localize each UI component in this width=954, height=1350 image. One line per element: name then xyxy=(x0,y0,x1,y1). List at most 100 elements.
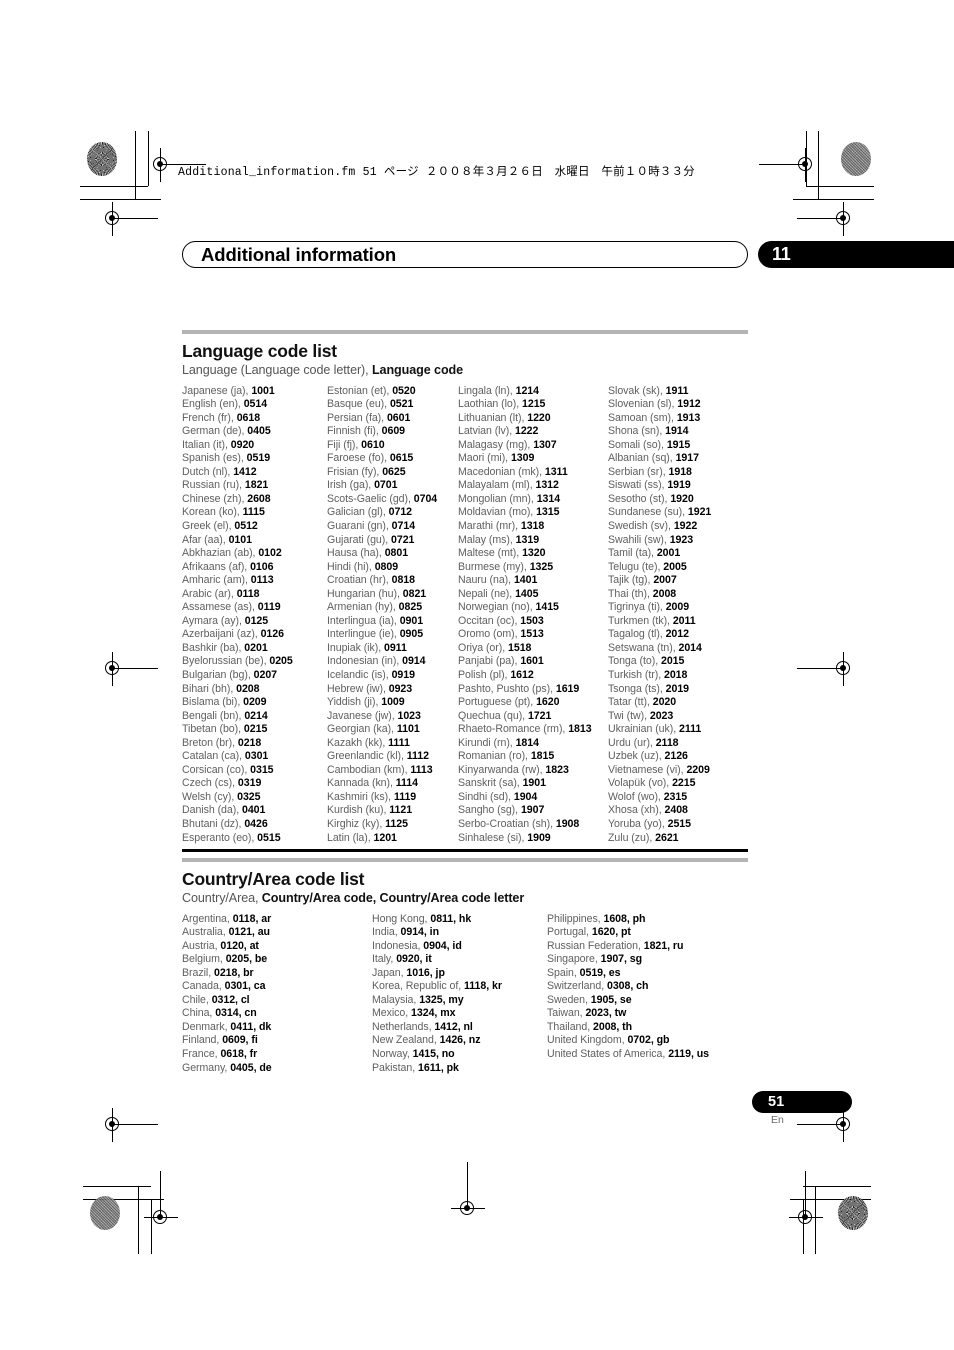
code-entry-name: Russian Federation, xyxy=(547,939,644,952)
code-entry-value: 1314 xyxy=(536,492,561,505)
code-entry-value: 0125 xyxy=(244,614,269,627)
code-entry: Malayalam (ml), 1312 xyxy=(458,479,608,493)
code-entry: Icelandic (is), 0919 xyxy=(327,669,458,683)
code-entry-name: Denmark, xyxy=(182,1020,231,1033)
code-entry-name: Danish (da), xyxy=(182,804,242,817)
code-entry: French (fr), 0618 xyxy=(182,412,327,426)
code-entry-name: Guarani (gn), xyxy=(327,519,392,532)
code-entry: Thailand, 2008, th xyxy=(547,1021,748,1035)
code-entry-name: Fiji (fj), xyxy=(327,438,362,451)
code-entry: Portugal, 1620, pt xyxy=(547,926,748,940)
code-entry-name: Lingala (ln), xyxy=(458,384,516,397)
code-entry-name: Serbo-Croatian (sh), xyxy=(458,818,556,830)
code-entry-value: 2008, th xyxy=(593,1020,633,1033)
code-entry-value: 1619 xyxy=(555,682,580,695)
code-entry-name: Polish (pl), xyxy=(458,668,511,681)
code-entry-value: 0904, id xyxy=(423,939,462,952)
code-entry: Faroese (fo), 0615 xyxy=(327,452,458,466)
code-entry-value: 0102 xyxy=(258,547,282,560)
code-entry-value: 2315 xyxy=(663,790,688,803)
code-entry-name: Gujarati (gu), xyxy=(327,533,392,546)
code-entry: Azerbaijani (az), 0126 xyxy=(182,628,327,642)
code-entry-name: Bihari (bh), xyxy=(182,682,237,695)
code-entry: Chile, 0312, cl xyxy=(182,994,372,1008)
code-entry: Assamese (as), 0119 xyxy=(182,601,327,615)
registration-target-right-upper xyxy=(797,202,857,236)
code-entry-name: Portugal, xyxy=(547,926,592,939)
code-entry: Korea, Republic of, 1118, kr xyxy=(372,980,547,994)
code-entry-value: 0923 xyxy=(388,682,413,695)
code-entry-value: 1920 xyxy=(670,492,694,505)
code-entry-value: 0618, fr xyxy=(220,1047,258,1060)
code-entry: Hong Kong, 0811, hk xyxy=(372,913,547,927)
code-entry-value: 1023 xyxy=(397,709,421,722)
code-entry-value: 2020 xyxy=(652,696,677,709)
code-entry-name: Japanese (ja), xyxy=(182,384,252,397)
code-entry: Abkhazian (ab), 0102 xyxy=(182,547,327,561)
code-entry-value: 1601 xyxy=(520,655,544,668)
code-entry-value: 1319 xyxy=(515,533,540,546)
code-entry-value: 1918 xyxy=(668,465,692,478)
code-entry: Greek (el), 0512 xyxy=(182,520,327,534)
code-entry-name: Bengali (bn), xyxy=(182,709,245,722)
code-entry-name: Quechua (qu), xyxy=(458,709,528,722)
code-entry-value: 1201 xyxy=(373,831,397,844)
code-entry-name: Tatar (tt), xyxy=(608,696,653,709)
code-entry: Netherlands, 1412, nl xyxy=(372,1021,547,1035)
code-entry-name: Hong Kong, xyxy=(372,912,431,925)
code-entry-value: 1911 xyxy=(665,384,689,397)
code-entry: Xhosa (xh), 2408 xyxy=(608,804,748,818)
code-entry-name: Australia, xyxy=(182,926,229,939)
code-entry-name: Rhaeto-Romance (rm), xyxy=(458,723,569,736)
code-entry-value: 0914, in xyxy=(400,926,440,939)
code-entry: United Kingdom, 0702, gb xyxy=(547,1034,748,1048)
code-entry-name: Sesotho (st), xyxy=(608,492,671,505)
code-entry-name: Kurdish (ku), xyxy=(327,804,390,817)
code-entry-value: 0308, ch xyxy=(607,980,649,993)
code-entry: Telugu (te), 2005 xyxy=(608,561,748,575)
code-entry: Marathi (mr), 1318 xyxy=(458,520,608,534)
code-entry-name: Sundanese (su), xyxy=(608,506,688,519)
code-entry: Croatian (hr), 0818 xyxy=(327,574,458,588)
code-entry-value: 2011 xyxy=(672,614,696,627)
code-entry: Ukrainian (uk), 2111 xyxy=(608,723,748,737)
code-entry-name: Yoruba (yo), xyxy=(608,818,668,830)
crop-mark-bl-v1 xyxy=(138,1186,139,1254)
code-entry-value: 0113 xyxy=(250,574,274,587)
code-entry: Danish (da), 0401 xyxy=(182,804,327,818)
code-entry: Indonesia, 0904, id xyxy=(372,940,547,954)
code-entry-name: Interlingua (ia), xyxy=(327,614,400,627)
code-entry: Estonian (et), 0520 xyxy=(327,385,458,399)
code-entry-value: 1909 xyxy=(527,831,551,844)
code-entry-name: Mexico, xyxy=(372,1007,412,1020)
country-column-3: Philippines, 1608, ph Portugal, 1620, pt R… xyxy=(547,913,748,1076)
code-entry-name: Kinyarwanda (rw), xyxy=(458,763,546,776)
code-entry-value: 2118 xyxy=(655,736,679,749)
crop-mark-tr-h1 xyxy=(806,186,874,187)
code-entry-value: 1307 xyxy=(533,438,557,451)
code-entry-value: 1823 xyxy=(545,763,569,776)
code-entry: Tonga (to), 2015 xyxy=(608,655,748,669)
code-entry-name: Esperanto (eo), xyxy=(182,831,258,844)
code-entry-name: French (fr), xyxy=(182,411,237,424)
code-entry-name: Swahili (sw), xyxy=(608,533,670,546)
code-entry-value: 0218 xyxy=(237,736,262,749)
code-entry-value: 1913 xyxy=(676,411,701,424)
code-entry: Argentina, 0118, ar xyxy=(182,913,372,927)
code-entry-value: 0911 xyxy=(384,641,407,654)
code-entry: Quechua (qu), 1721 xyxy=(458,710,608,724)
code-entry-name: Icelandic (is), xyxy=(327,668,392,681)
code-entry-value: 0914 xyxy=(402,655,426,668)
code-entry-name: Javanese (jw), xyxy=(327,709,398,722)
code-entry-value: 1113 xyxy=(410,763,433,776)
code-entry-name: Malayalam (ml), xyxy=(458,479,536,492)
code-entry: Kinyarwanda (rw), 1823 xyxy=(458,764,608,778)
code-entry: Italian (it), 0920 xyxy=(182,439,327,453)
code-entry-value: 1611, pk xyxy=(418,1061,459,1074)
code-entry-name: Azerbaijani (az), xyxy=(182,628,261,641)
code-entry-name: United States of America, xyxy=(547,1047,669,1060)
code-entry: Lithuanian (lt), 1220 xyxy=(458,412,608,426)
crop-mark-bl-h1 xyxy=(83,1186,151,1187)
code-entry-value: 0825 xyxy=(398,601,423,614)
code-entry-name: Belgium, xyxy=(182,953,226,966)
